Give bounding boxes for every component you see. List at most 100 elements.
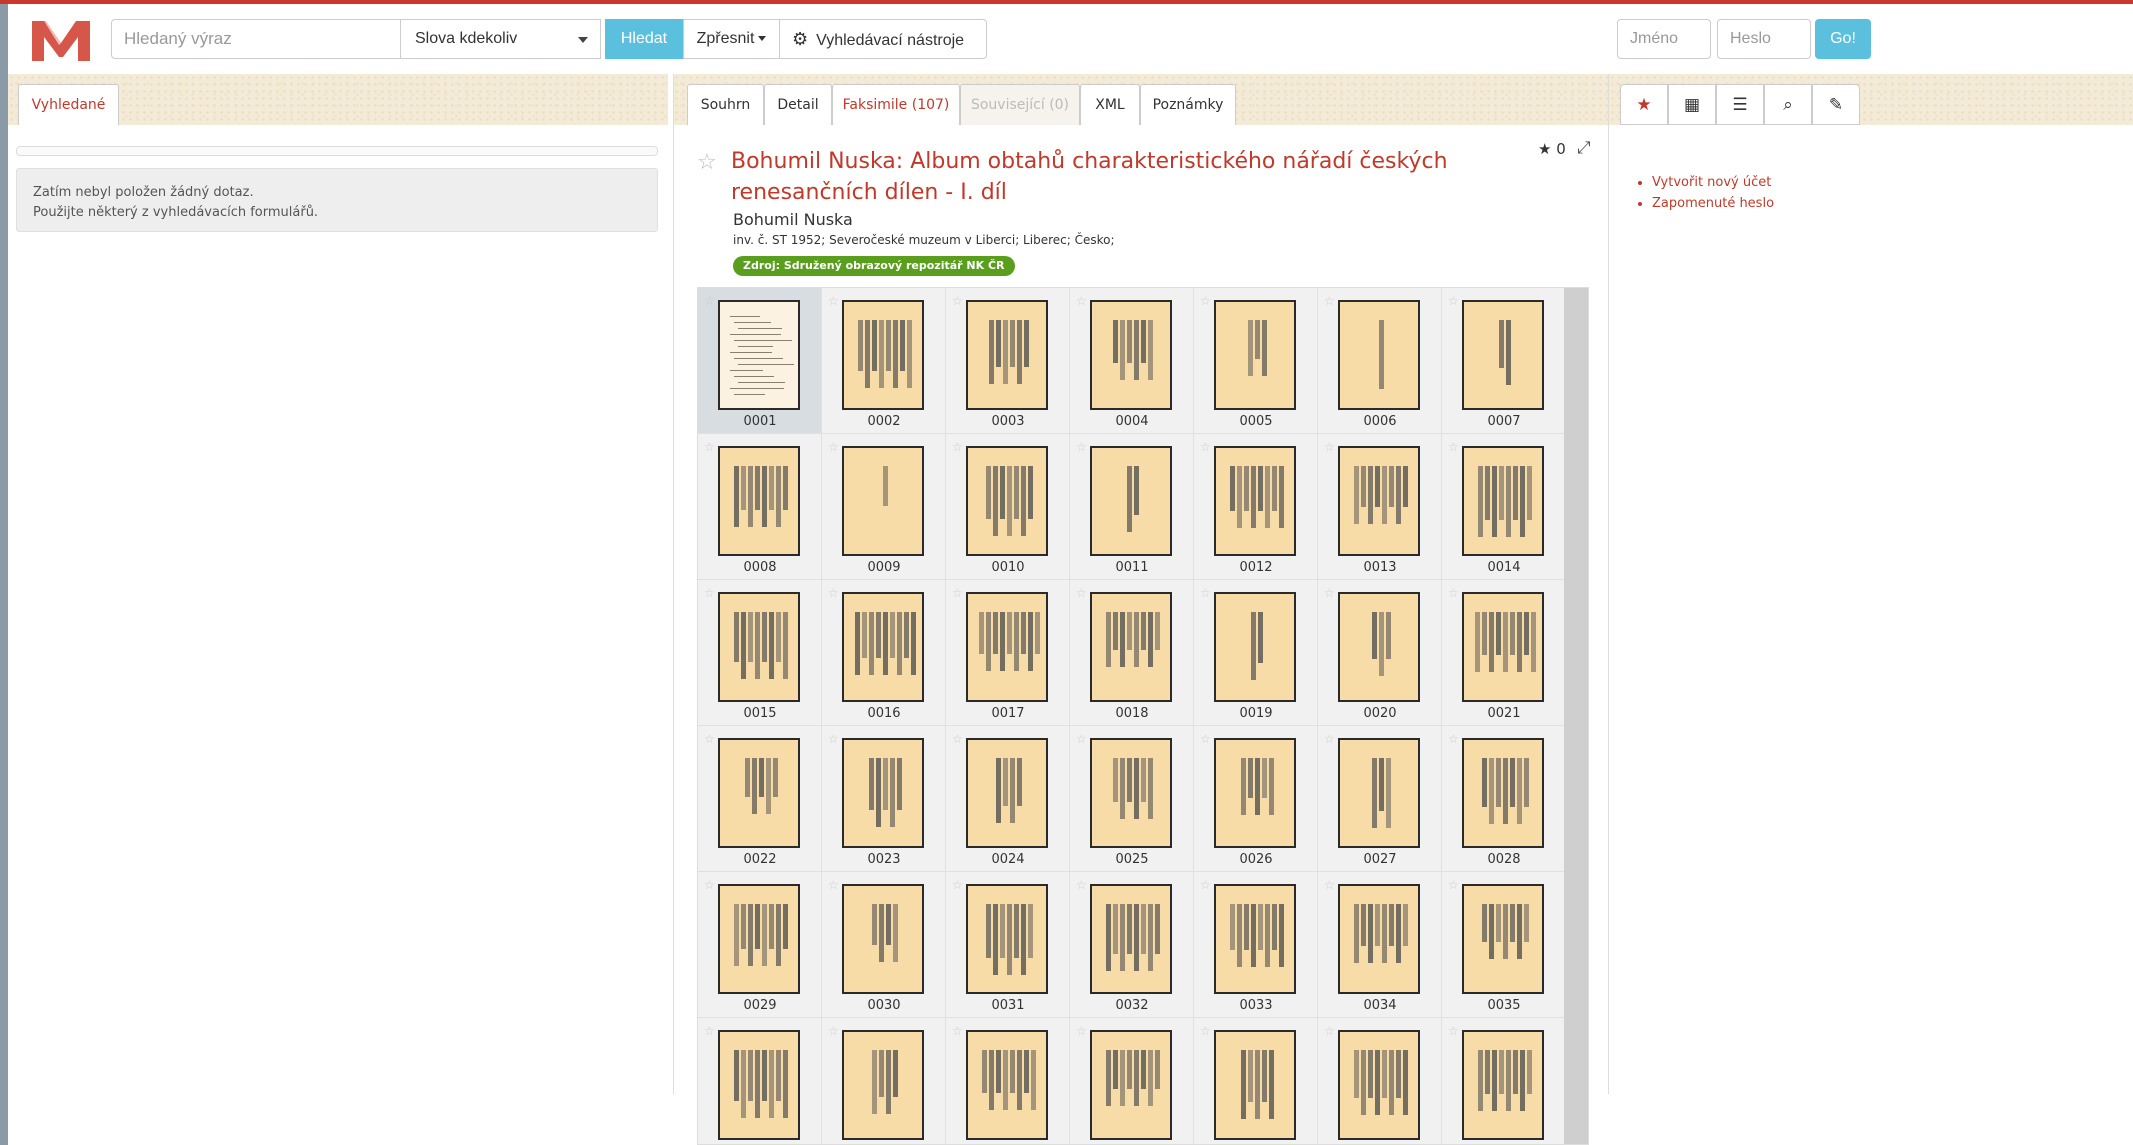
page-thumbnail-image[interactable] bbox=[842, 300, 924, 410]
favorites-button[interactable]: ★ bbox=[1620, 84, 1668, 125]
login-go-button[interactable]: Go! bbox=[1815, 19, 1871, 59]
page-thumbnail-image[interactable] bbox=[1338, 592, 1420, 702]
facsimile-thumbnail[interactable]: ☆ 0001 bbox=[698, 288, 822, 434]
thumbnail-star-icon[interactable]: ☆ bbox=[1200, 732, 1211, 746]
page-thumbnail-image[interactable] bbox=[1338, 1030, 1420, 1140]
facsimile-thumbnail[interactable]: ☆ 0019 bbox=[1194, 580, 1318, 726]
facsimile-thumbnail[interactable]: ☆0042 bbox=[1442, 1018, 1566, 1144]
facsimile-thumbnail[interactable]: ☆0038 bbox=[946, 1018, 1070, 1144]
thumbnail-star-icon[interactable]: ☆ bbox=[828, 732, 839, 746]
page-thumbnail-image[interactable] bbox=[1090, 1030, 1172, 1140]
search-scope-select[interactable]: Slova kdekoliv bbox=[401, 19, 601, 59]
page-thumbnail-image[interactable] bbox=[1090, 738, 1172, 848]
facsimile-thumbnail[interactable]: ☆ 0024 bbox=[946, 726, 1070, 872]
thumbnail-star-icon[interactable]: ☆ bbox=[704, 440, 715, 454]
login-name-input[interactable]: Jméno bbox=[1617, 19, 1711, 59]
facsimile-thumbnail[interactable]: ☆ 0009 bbox=[822, 434, 946, 580]
thumbnail-star-icon[interactable]: ☆ bbox=[704, 732, 715, 746]
facsimile-thumbnail[interactable]: ☆ 0017 bbox=[946, 580, 1070, 726]
page-thumbnail-image[interactable] bbox=[842, 738, 924, 848]
thumbnail-star-icon[interactable]: ☆ bbox=[1076, 440, 1087, 454]
page-thumbnail-image[interactable] bbox=[1462, 300, 1544, 410]
facsimile-thumbnail[interactable]: ☆ 0020 bbox=[1318, 580, 1442, 726]
facsimile-thumbnail[interactable]: ☆ 0025 bbox=[1070, 726, 1194, 872]
search-input[interactable]: Hledaný výraz bbox=[111, 19, 401, 59]
facsimile-thumbnail[interactable]: ☆0037 bbox=[822, 1018, 946, 1144]
search-button-side[interactable]: ⌕ bbox=[1764, 84, 1812, 125]
page-thumbnail-image[interactable] bbox=[718, 592, 800, 702]
facsimile-thumbnail[interactable]: ☆ 0030 bbox=[822, 872, 946, 1018]
facsimile-thumbnail[interactable]: ☆ 0034 bbox=[1318, 872, 1442, 1018]
page-thumbnail-image[interactable] bbox=[718, 738, 800, 848]
page-thumbnail-image[interactable] bbox=[842, 884, 924, 994]
thumbnail-star-icon[interactable]: ☆ bbox=[952, 294, 963, 308]
thumbnail-star-icon[interactable]: ☆ bbox=[828, 586, 839, 600]
page-thumbnail-image[interactable] bbox=[1338, 738, 1420, 848]
tab-related[interactable]: Související (0) bbox=[960, 84, 1080, 125]
facsimile-thumbnail[interactable]: ☆0036 bbox=[698, 1018, 822, 1144]
page-thumbnail-image[interactable] bbox=[1090, 884, 1172, 994]
page-thumbnail-image[interactable] bbox=[1462, 738, 1544, 848]
thumbnail-star-icon[interactable]: ☆ bbox=[1076, 586, 1087, 600]
thumbnail-star-icon[interactable]: ☆ bbox=[704, 878, 715, 892]
thumbnail-star-icon[interactable]: ☆ bbox=[1200, 440, 1211, 454]
facsimile-thumbnail[interactable]: ☆ 0005 bbox=[1194, 288, 1318, 434]
thumbnail-star-icon[interactable]: ☆ bbox=[1448, 732, 1459, 746]
thumbnail-star-icon[interactable]: ☆ bbox=[828, 1024, 839, 1038]
facsimile-thumbnail[interactable]: ☆ 0003 bbox=[946, 288, 1070, 434]
page-thumbnail-image[interactable] bbox=[1214, 300, 1296, 410]
thumbnail-star-icon[interactable]: ☆ bbox=[1448, 294, 1459, 308]
facsimile-thumbnail[interactable]: ☆ 0027 bbox=[1318, 726, 1442, 872]
thumbnail-star-icon[interactable]: ☆ bbox=[952, 878, 963, 892]
page-thumbnail-image[interactable] bbox=[718, 884, 800, 994]
facsimile-thumbnail[interactable]: ☆ 0008 bbox=[698, 434, 822, 580]
thumbnail-star-icon[interactable]: ☆ bbox=[1448, 1024, 1459, 1038]
forgot-password-link[interactable]: Zapomenuté heslo bbox=[1652, 196, 1774, 211]
login-password-input[interactable]: Heslo bbox=[1717, 19, 1811, 59]
facsimile-thumbnail[interactable]: ☆0040 bbox=[1194, 1018, 1318, 1144]
expand-icon[interactable]: ⤢ bbox=[1577, 138, 1591, 158]
thumbnail-star-icon[interactable]: ☆ bbox=[1200, 878, 1211, 892]
tab-notes[interactable]: Poznámky bbox=[1140, 84, 1236, 125]
facsimile-thumbnail[interactable]: ☆ 0004 bbox=[1070, 288, 1194, 434]
page-thumbnail-image[interactable] bbox=[966, 300, 1048, 410]
facsimile-thumbnail[interactable]: ☆ 0013 bbox=[1318, 434, 1442, 580]
thumbnail-star-icon[interactable]: ☆ bbox=[704, 294, 715, 308]
thumbnail-star-icon[interactable]: ☆ bbox=[704, 1024, 715, 1038]
page-thumbnail-image[interactable] bbox=[718, 446, 800, 556]
page-thumbnail-image[interactable] bbox=[966, 738, 1048, 848]
page-thumbnail-image[interactable] bbox=[842, 446, 924, 556]
thumbnail-star-icon[interactable]: ☆ bbox=[1448, 586, 1459, 600]
facsimile-thumbnail[interactable]: ☆ 0011 bbox=[1070, 434, 1194, 580]
page-thumbnail-image[interactable] bbox=[1338, 446, 1420, 556]
facsimile-thumbnail[interactable]: ☆ 0006 bbox=[1318, 288, 1442, 434]
thumbnail-star-icon[interactable]: ☆ bbox=[1324, 1024, 1335, 1038]
page-thumbnail-image[interactable] bbox=[1462, 884, 1544, 994]
thumbnail-star-icon[interactable]: ☆ bbox=[952, 1024, 963, 1038]
thumbnail-star-icon[interactable]: ☆ bbox=[1200, 586, 1211, 600]
tab-xml[interactable]: XML bbox=[1080, 84, 1140, 125]
thumbnail-star-icon[interactable]: ☆ bbox=[952, 732, 963, 746]
page-thumbnail-image[interactable] bbox=[1214, 884, 1296, 994]
page-thumbnail-image[interactable] bbox=[1462, 592, 1544, 702]
facsimile-thumbnail[interactable]: ☆ 0014 bbox=[1442, 434, 1566, 580]
grid-view-button[interactable]: ▦ bbox=[1668, 84, 1716, 125]
thumbnail-star-icon[interactable]: ☆ bbox=[1076, 732, 1087, 746]
thumbnail-star-icon[interactable]: ☆ bbox=[1200, 294, 1211, 308]
facsimile-thumbnail[interactable]: ☆ 0031 bbox=[946, 872, 1070, 1018]
tab-detail[interactable]: Detail bbox=[764, 84, 832, 125]
facsimile-thumbnail[interactable]: ☆ 0007 bbox=[1442, 288, 1566, 434]
facsimile-thumbnail[interactable]: ☆ 0029 bbox=[698, 872, 822, 1018]
thumbnail-star-icon[interactable]: ☆ bbox=[1076, 294, 1087, 308]
thumbnail-star-icon[interactable]: ☆ bbox=[704, 586, 715, 600]
facsimile-thumbnail[interactable]: ☆ 0023 bbox=[822, 726, 946, 872]
page-thumbnail-image[interactable] bbox=[1090, 446, 1172, 556]
facsimile-thumbnail[interactable]: ☆ 0016 bbox=[822, 580, 946, 726]
page-thumbnail-image[interactable] bbox=[1338, 300, 1420, 410]
thumbnail-star-icon[interactable]: ☆ bbox=[828, 294, 839, 308]
facsimile-thumbnail[interactable]: ☆ 0012 bbox=[1194, 434, 1318, 580]
page-thumbnail-image[interactable] bbox=[1214, 592, 1296, 702]
tab-search-results[interactable]: Vyhledané bbox=[18, 84, 119, 125]
logo-icon[interactable] bbox=[30, 17, 92, 63]
facsimile-thumbnail[interactable]: ☆ 0032 bbox=[1070, 872, 1194, 1018]
